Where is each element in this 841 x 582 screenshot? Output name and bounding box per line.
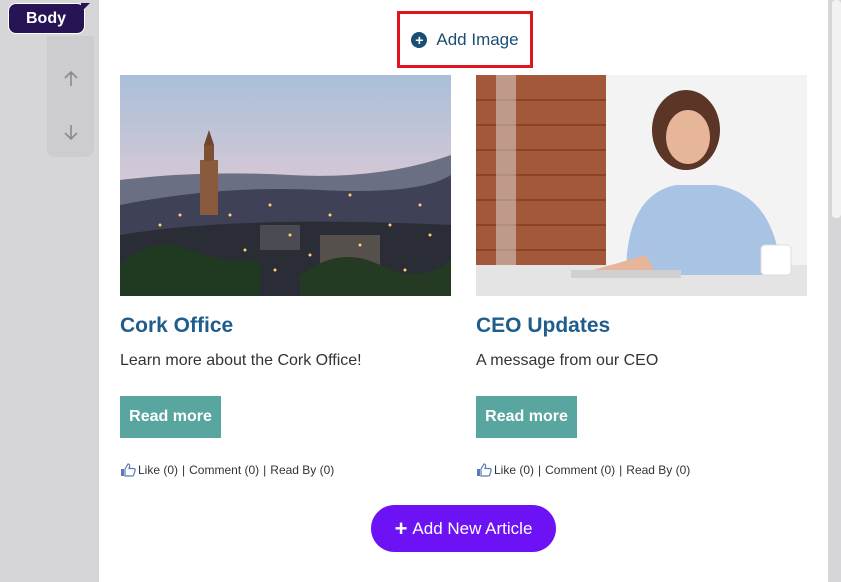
- arrow-up-icon: [63, 70, 78, 86]
- add-new-article-button[interactable]: + Add New Article: [371, 505, 556, 552]
- move-up-button[interactable]: [47, 59, 94, 99]
- article-card-ceo-updates: CEO Updates A message from our CEO Read …: [476, 75, 807, 477]
- add-image-button[interactable]: + Add Image: [397, 11, 533, 68]
- like-link[interactable]: Like (0): [494, 463, 534, 477]
- add-image-label: Add Image: [436, 29, 519, 49]
- comment-link[interactable]: Comment (0): [189, 463, 259, 477]
- element-label-badge[interactable]: Body: [8, 3, 90, 34]
- read-by-link[interactable]: Read By (0): [626, 463, 690, 477]
- thumbs-up-icon[interactable]: [476, 463, 492, 477]
- thumbs-up-icon[interactable]: [120, 463, 136, 477]
- article-title[interactable]: Cork Office: [120, 314, 233, 338]
- cork-city-image[interactable]: [120, 75, 451, 296]
- article-meta: Like (0) | Comment (0) | Read By (0): [476, 463, 690, 477]
- article-card-cork-office: Cork Office Learn more about the Cork Of…: [120, 75, 451, 477]
- move-down-button[interactable]: [47, 112, 94, 152]
- arrow-down-icon: [63, 125, 78, 141]
- like-link[interactable]: Like (0): [138, 463, 178, 477]
- element-label-text: Body: [26, 10, 66, 27]
- read-by-link[interactable]: Read By (0): [270, 463, 334, 477]
- comment-link[interactable]: Comment (0): [545, 463, 615, 477]
- read-more-button[interactable]: Read more: [476, 396, 577, 438]
- ceo-image[interactable]: [476, 75, 807, 296]
- scrollbar-thumb[interactable]: [832, 0, 841, 218]
- plus-icon: +: [394, 515, 408, 541]
- article-meta: Like (0) | Comment (0) | Read By (0): [120, 463, 334, 477]
- element-toolbox: [47, 36, 94, 157]
- add-article-label: Add New Article: [412, 518, 533, 538]
- article-description: Learn more about the Cork Office!: [120, 352, 362, 369]
- article-description: A message from our CEO: [476, 352, 659, 369]
- plus-circle-icon: +: [411, 31, 428, 48]
- article-title[interactable]: CEO Updates: [476, 314, 610, 338]
- read-more-button[interactable]: Read more: [120, 396, 221, 438]
